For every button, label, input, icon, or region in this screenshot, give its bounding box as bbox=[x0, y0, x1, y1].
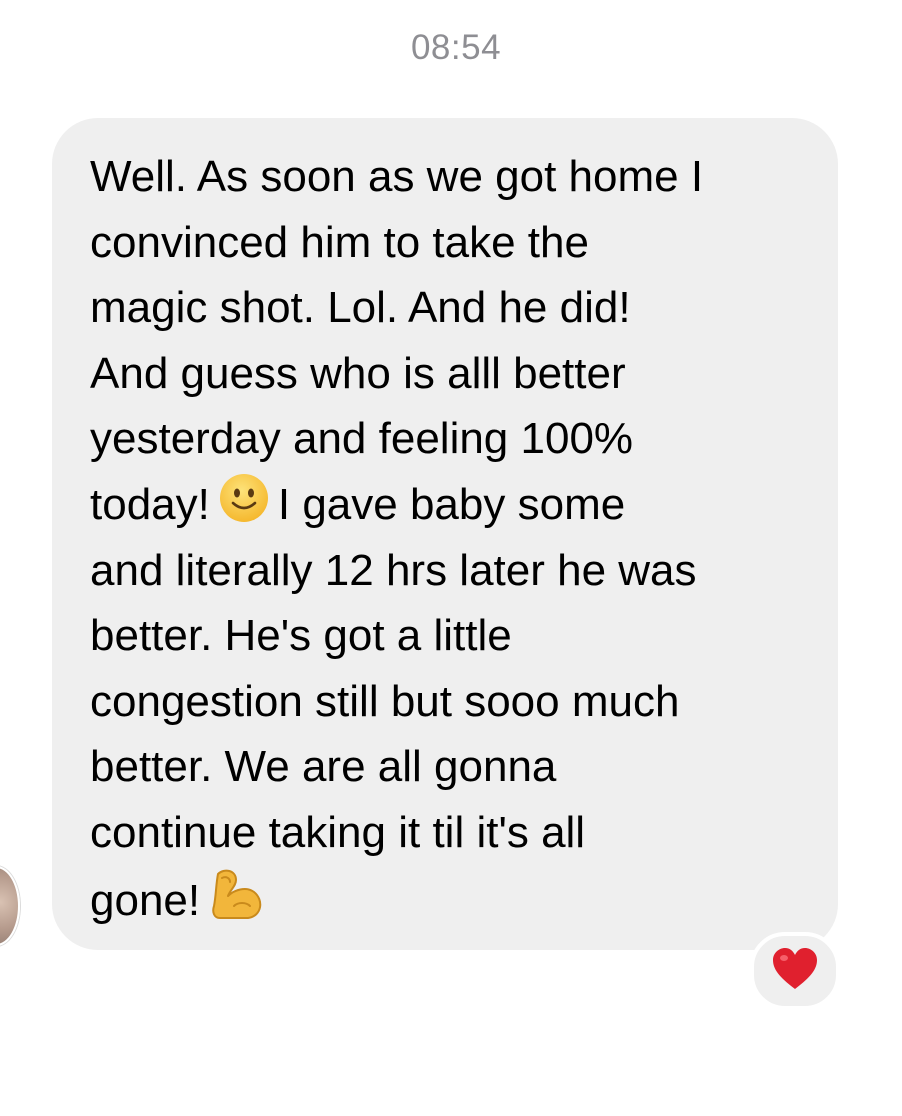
message-line: congestion still but sooo much bbox=[90, 676, 680, 726]
message-line: Well. As soon as we got home I bbox=[90, 152, 704, 201]
message-line: continue taking it til it's all bbox=[90, 807, 586, 857]
message-text: I gave baby some bbox=[277, 479, 626, 529]
message-line: better. He's got a little bbox=[90, 611, 512, 661]
message-line-with-emoji: today! I gave baby some bbox=[90, 472, 808, 538]
message-line-with-emoji: gone! bbox=[90, 866, 808, 932]
message-text: gone! bbox=[90, 875, 201, 925]
flexed-biceps-icon bbox=[208, 866, 268, 941]
message-line: better. We are all gonna bbox=[90, 742, 557, 792]
message-timestamp: 08:54 bbox=[410, 28, 502, 67]
message-line: and literally 12 hrs later he was bbox=[90, 545, 697, 595]
message-text: today! bbox=[90, 479, 210, 529]
slightly-smiling-face-icon bbox=[218, 472, 270, 543]
message-line: convinced him to take the bbox=[90, 217, 589, 267]
heart-icon bbox=[771, 947, 819, 996]
message-line: yesterday and feeling 100% bbox=[90, 414, 634, 464]
message-line: And guess who is alll better bbox=[90, 348, 626, 398]
message-line: magic shot. Lol. And he did! bbox=[90, 283, 631, 333]
heart-reaction[interactable] bbox=[750, 932, 840, 1010]
message-bubble[interactable]: Well. As soon as we got home I convinced… bbox=[52, 118, 838, 950]
sender-avatar[interactable] bbox=[0, 866, 20, 946]
